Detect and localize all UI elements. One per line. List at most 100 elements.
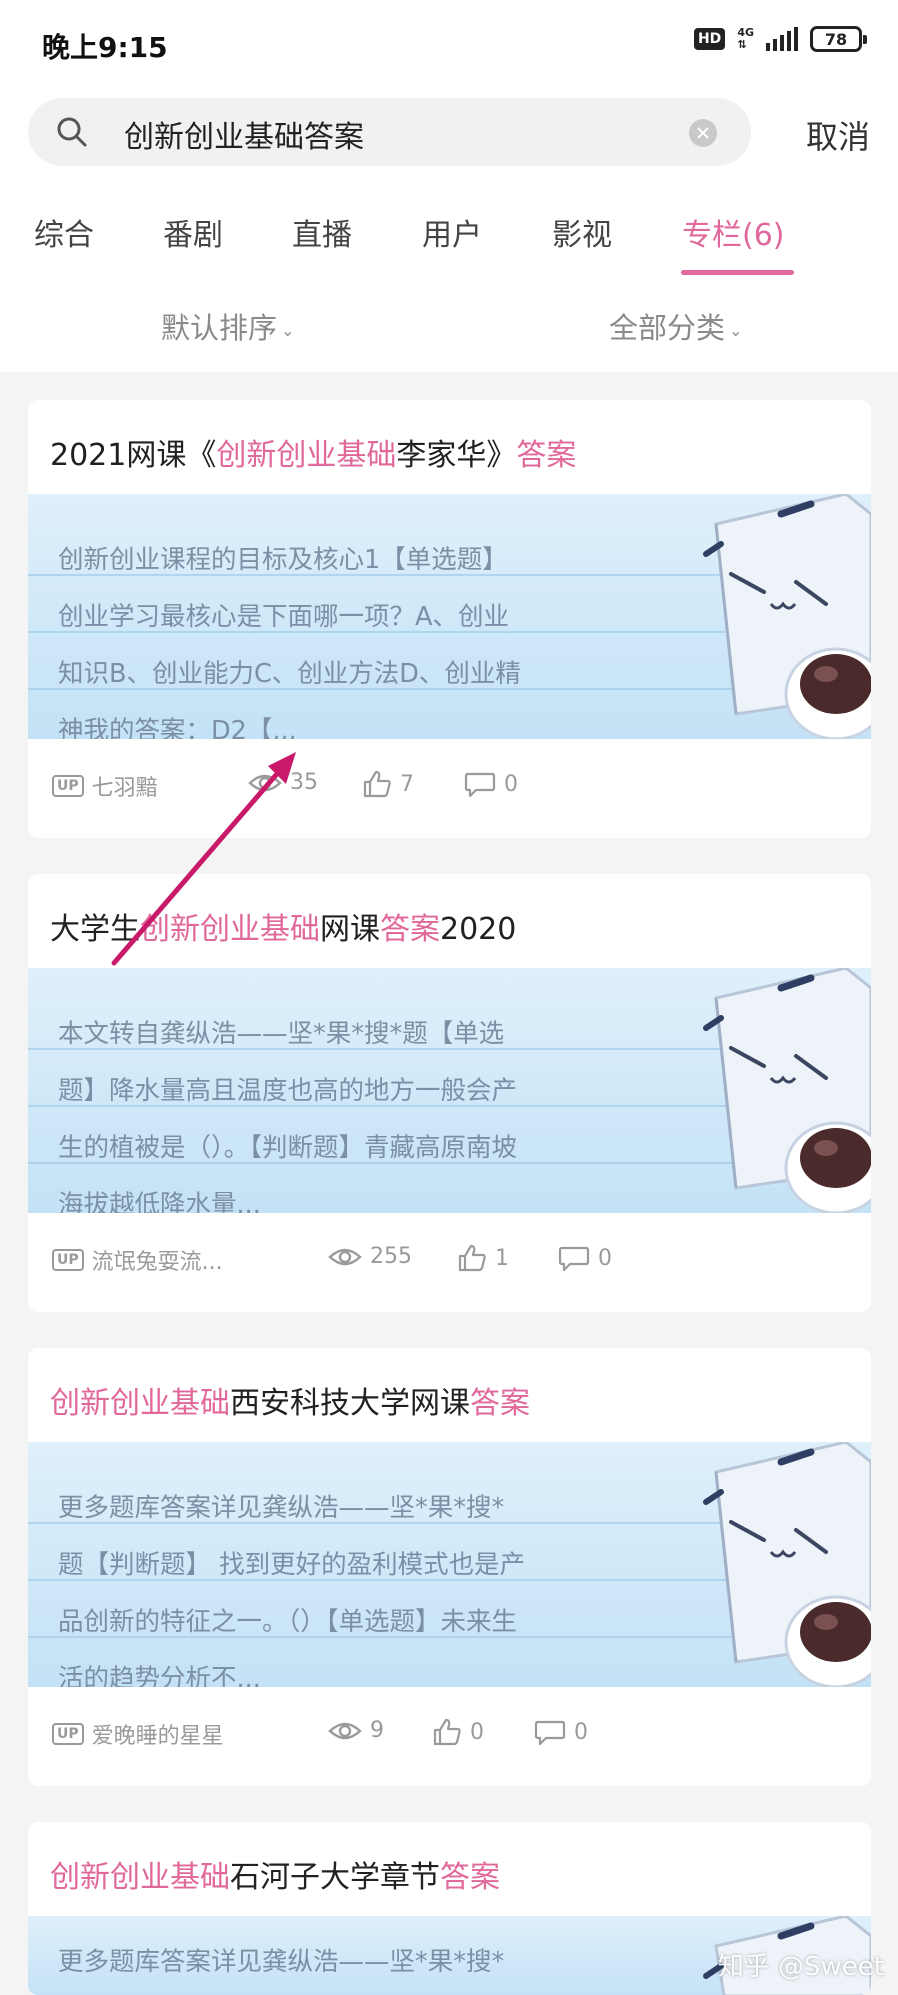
up-badge-icon: UP	[52, 1723, 84, 1745]
tv-mascot-coffee-illustration	[703, 968, 871, 1213]
title-highlight: 创新创业基础	[50, 1860, 230, 1895]
view-count: 35	[248, 770, 318, 795]
tab-film[interactable]: 影视	[552, 210, 612, 254]
title-text: 大学生	[50, 912, 140, 947]
author-name: 七羽黯	[91, 776, 158, 801]
article-title[interactable]: 大学生创新创业基础网课答案2020	[50, 904, 516, 948]
author[interactable]: UP 七羽黯	[52, 770, 158, 802]
tab-comprehensive[interactable]: 综合	[34, 210, 94, 254]
header: 晚上9:15 HD 4G ⇅ 78 创新创业基础答案 取消 综合 番剧 直播 用户…	[0, 0, 898, 372]
article-stats: UP 流氓兔耍流... 255 1 0	[52, 1244, 852, 1280]
article-excerpt: 本文转自龚纵浩——坚*果*搜*题【单选题】降水量高且温度也高的地方一般会产生的植…	[58, 1019, 518, 1213]
likes-value: 7	[400, 771, 414, 797]
article-card[interactable]: 2021网课《创新创业基础李家华》答案 创新创业课程的目标及核心1【单选题】创业…	[28, 400, 871, 838]
title-highlight: 创新创业基础	[140, 912, 320, 947]
article-excerpt: 创新创业课程的目标及核心1【单选题】创业学习最核心是下面哪一项？A、创业知识B、…	[58, 545, 521, 739]
title-highlight: 答案	[470, 1386, 530, 1421]
battery-icon: 78	[810, 26, 867, 52]
search-query: 创新创业基础答案	[124, 120, 364, 155]
author-name: 流氓兔耍流...	[91, 1250, 223, 1275]
title-text: 网课	[320, 912, 380, 947]
thumbs-up-icon	[433, 1718, 461, 1746]
like-count[interactable]: 1	[457, 1244, 509, 1272]
author[interactable]: UP 爱晚睡的星星	[52, 1718, 224, 1750]
title-highlight: 创新创业基础	[50, 1386, 230, 1421]
article-excerpt: 更多题库答案详见龚纵浩——坚*果*搜*题【判断题】 找到更好的盈利模式也是产品创…	[58, 1493, 526, 1687]
title-highlight: 创新创业基础	[216, 438, 397, 473]
search-input[interactable]: 创新创业基础答案	[28, 98, 751, 166]
eye-icon	[328, 1722, 362, 1739]
title-text: 李家华》	[396, 438, 517, 473]
category-label: 全部分类	[609, 311, 726, 345]
tab-users[interactable]: 用户	[422, 210, 482, 254]
status-icons: HD 4G ⇅ 78	[693, 26, 867, 52]
like-count[interactable]: 7	[362, 770, 414, 798]
view-count: 9	[328, 1718, 384, 1743]
network-icon: 4G ⇅	[737, 27, 754, 51]
comment-icon	[464, 772, 496, 798]
title-text: 西安科技大学网课	[230, 1386, 470, 1421]
hd-icon: HD	[693, 28, 726, 50]
like-count[interactable]: 0	[432, 1718, 484, 1746]
search-icon	[57, 117, 87, 147]
status-time: 晚上9:15	[42, 31, 168, 64]
watermark: 知乎 @Sweet	[717, 1952, 884, 1982]
sort-dropdown[interactable]: 默认排序 ⌄	[161, 305, 294, 347]
article-cover[interactable]: 创新创业课程的目标及核心1【单选题】创业学习最核心是下面哪一项？A、创业知识B、…	[28, 494, 871, 739]
views-value: 35	[290, 770, 318, 795]
comments-value: 0	[598, 1245, 612, 1271]
search-row: 创新创业基础答案 取消	[0, 98, 898, 168]
thumbs-up-icon	[458, 1244, 486, 1272]
comments-value: 0	[504, 771, 518, 797]
title-text: 石河子大学章节	[230, 1860, 440, 1895]
comment-icon	[558, 1246, 590, 1272]
comment-icon	[534, 1720, 566, 1746]
filter-bar: 默认排序 ⌄ 全部分类 ⌄	[0, 305, 898, 345]
article-cover[interactable]: 更多题库答案详见龚纵浩——坚*果*搜*题【判断题】 找到更好的盈利模式也是产品创…	[28, 1442, 871, 1687]
title-text: 2021网课《	[50, 438, 217, 473]
article-card[interactable]: 创新创业基础西安科技大学网课答案 更多题库答案详见龚纵浩——坚*果*搜*题【判断…	[28, 1348, 871, 1786]
comments-value: 0	[574, 1719, 588, 1745]
view-count: 255	[328, 1244, 412, 1269]
tv-mascot-coffee-illustration	[703, 494, 871, 739]
tab-column[interactable]: 专栏(6)	[682, 210, 785, 254]
up-badge-icon: UP	[52, 775, 84, 797]
article-cover[interactable]: 本文转自龚纵浩——坚*果*搜*题【单选题】降水量高且温度也高的地方一般会产生的植…	[28, 968, 871, 1213]
eye-icon	[248, 774, 282, 791]
active-tab-indicator	[681, 270, 794, 275]
article-title[interactable]: 2021网课《创新创业基础李家华》答案	[50, 430, 576, 474]
article-card[interactable]: 大学生创新创业基础网课答案2020 本文转自龚纵浩——坚*果*搜*题【单选题】降…	[28, 874, 871, 1312]
article-title[interactable]: 创新创业基础石河子大学章节答案	[50, 1852, 500, 1896]
tab-anime[interactable]: 番剧	[163, 210, 223, 254]
article-excerpt: 更多题库答案详见龚纵浩——坚*果*搜*题【单选	[58, 1947, 505, 1977]
article-stats: UP 爱晚睡的星星 9 0 0	[52, 1718, 852, 1754]
comment-count[interactable]: 0	[534, 1718, 588, 1746]
thumbs-up-icon	[363, 770, 391, 798]
likes-value: 1	[495, 1245, 509, 1271]
data-arrows-icon: ⇅	[737, 38, 747, 51]
title-text: 2020	[440, 912, 517, 947]
article-title[interactable]: 创新创业基础西安科技大学网课答案	[50, 1378, 530, 1422]
author[interactable]: UP 流氓兔耍流...	[52, 1244, 223, 1276]
author-name: 爱晚睡的星星	[91, 1724, 224, 1749]
chevron-down-icon: ⌄	[729, 320, 743, 340]
clear-icon[interactable]	[689, 119, 717, 147]
sort-label: 默认排序	[161, 311, 278, 345]
category-dropdown[interactable]: 全部分类 ⌄	[609, 305, 742, 347]
up-badge-icon: UP	[52, 1249, 84, 1271]
cancel-button[interactable]: 取消	[806, 112, 870, 158]
comment-count[interactable]: 0	[558, 1244, 612, 1272]
battery-level: 78	[824, 29, 848, 49]
title-highlight: 答案	[380, 912, 440, 947]
chevron-down-icon: ⌄	[281, 320, 295, 340]
signal-icon	[766, 27, 798, 51]
views-value: 255	[370, 1244, 412, 1269]
tab-live[interactable]: 直播	[292, 210, 352, 254]
likes-value: 0	[470, 1719, 484, 1745]
eye-icon	[328, 1248, 362, 1265]
article-stats: UP 七羽黯 35 7 0	[52, 770, 852, 806]
comment-count[interactable]: 0	[464, 770, 518, 798]
tv-mascot-coffee-illustration	[703, 1442, 871, 1687]
views-value: 9	[370, 1718, 384, 1743]
status-bar: 晚上9:15 HD 4G ⇅ 78	[0, 0, 898, 88]
